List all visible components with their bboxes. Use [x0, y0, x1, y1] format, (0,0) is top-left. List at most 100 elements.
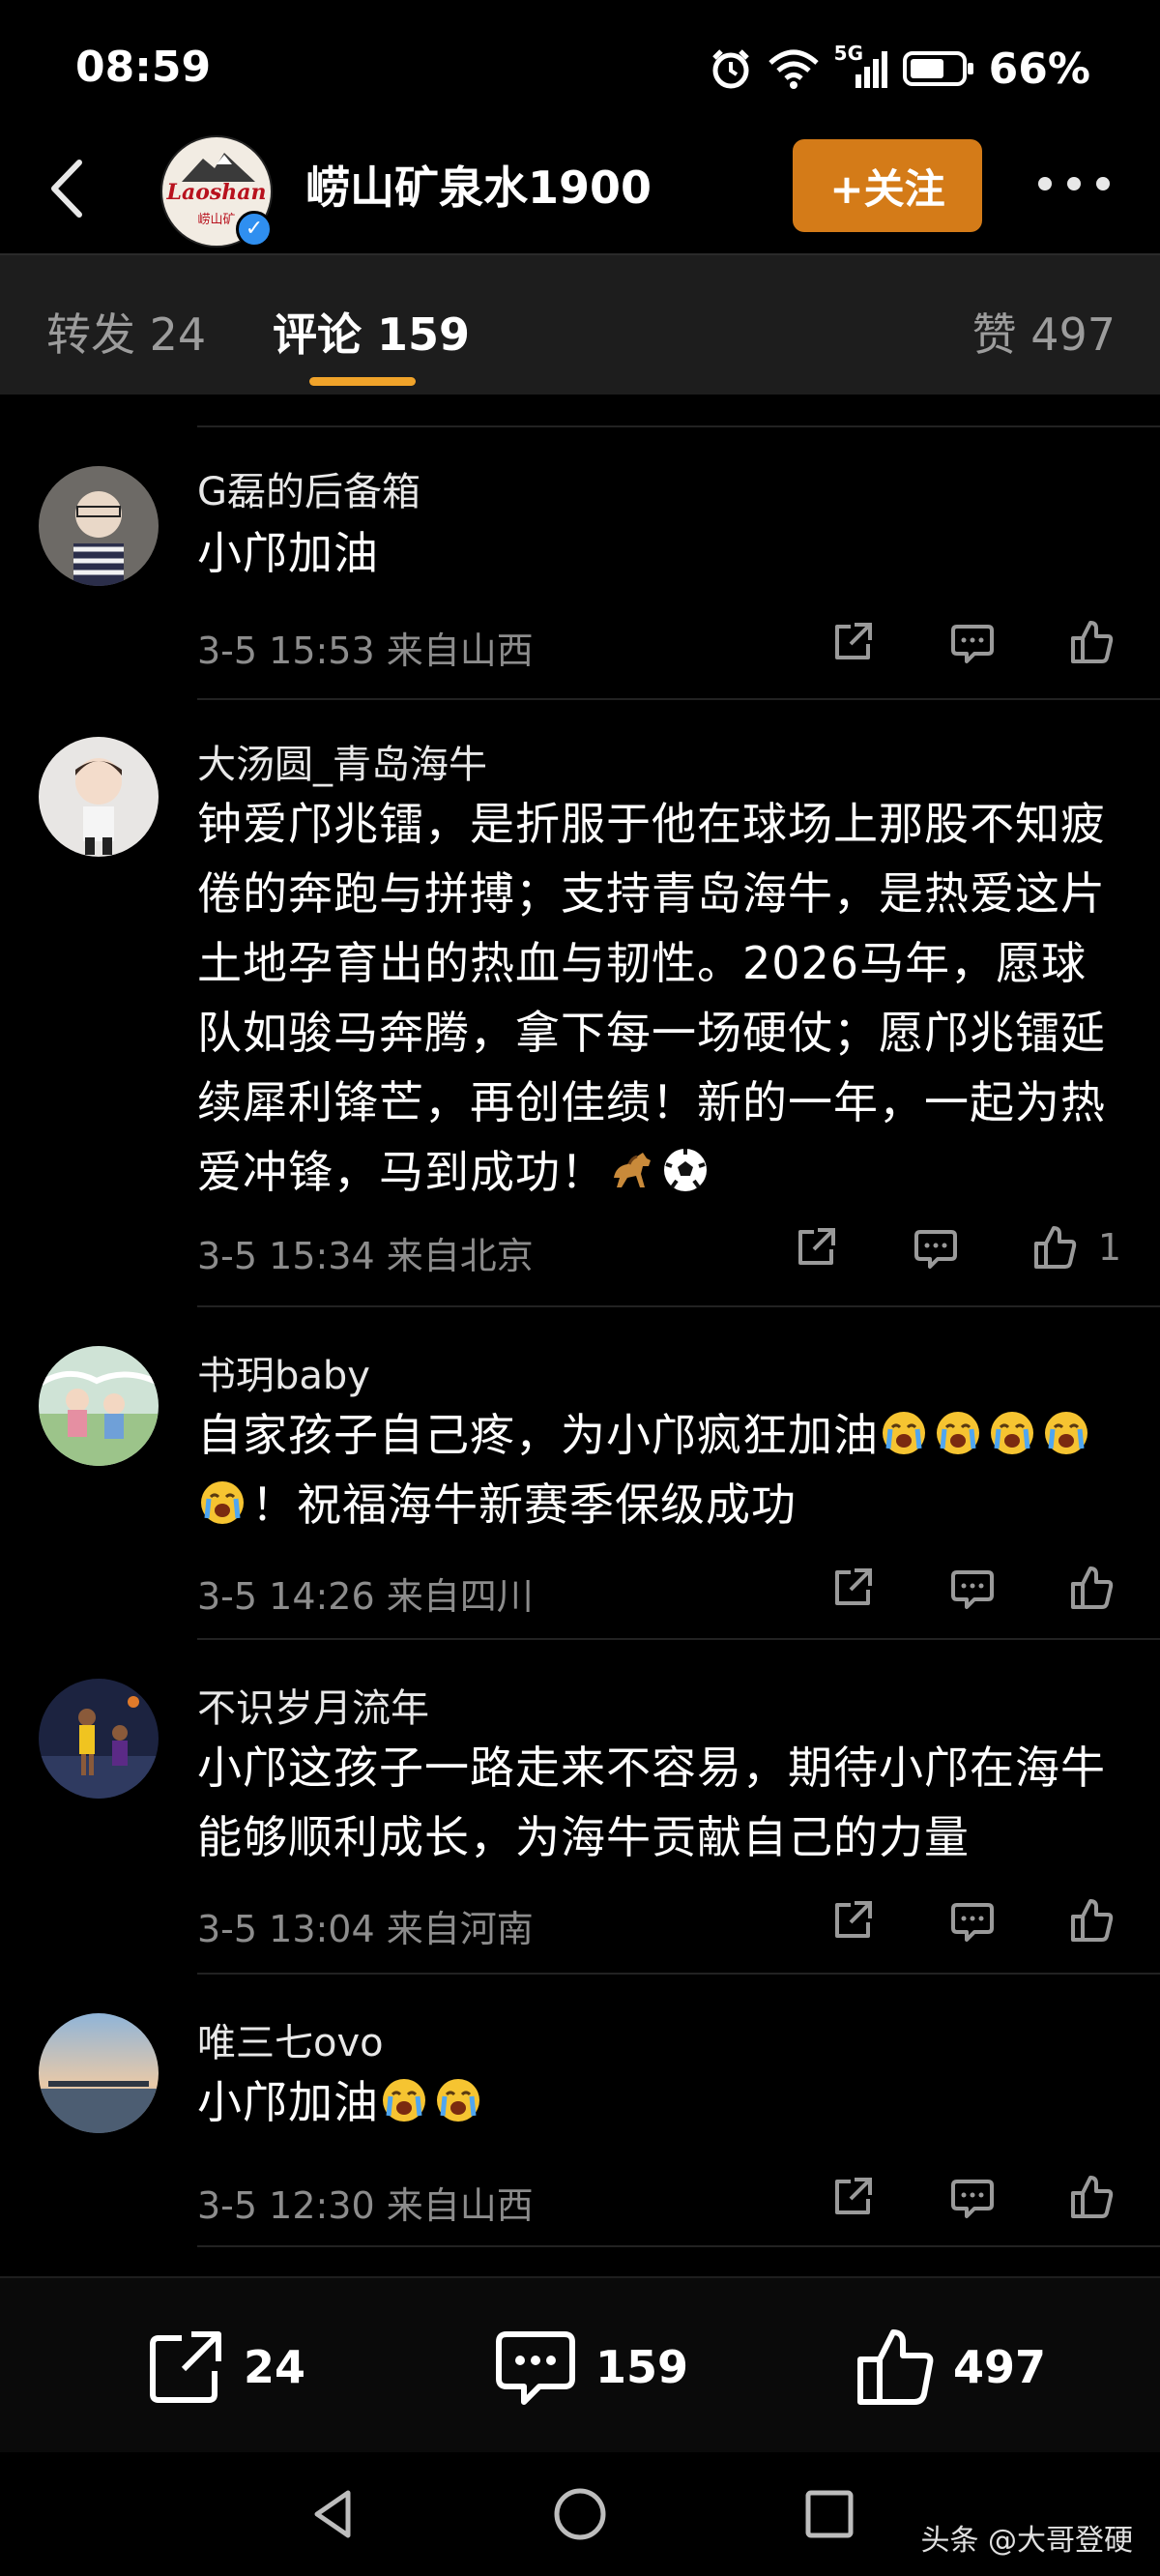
divider	[197, 2245, 1160, 2247]
comment-icon	[951, 625, 994, 663]
avatar[interactable]	[39, 1679, 159, 1799]
share-button[interactable]	[787, 1218, 845, 1276]
share-button[interactable]	[824, 2168, 882, 2226]
tab-active-indicator	[309, 377, 416, 386]
comment-actions	[762, 1891, 1121, 1949]
share-icon	[835, 1568, 872, 1605]
comment-text-part: 自家孩子自己疼，为小邝疯狂加油	[197, 1409, 879, 1461]
network-type: 5G	[833, 42, 864, 65]
comment-text-part: ！祝福海牛新赛季保级成功	[251, 1478, 797, 1531]
header-bar: Laoshan 崂山矿 ✓ 崂山矿泉水1900 +关注	[0, 126, 1160, 251]
comment-text: 小邝加油	[197, 527, 379, 579]
nav-recent-button[interactable]	[800, 2485, 858, 2547]
comment-text-body: 钟爱邝兆镭，是折服于他在球场上那股不知疲倦的奔跑与拼搏；支持青岛海牛，是热爱这片…	[197, 798, 1106, 1198]
divider	[197, 1638, 1160, 1640]
crying-emoji	[879, 1408, 929, 1458]
tab-comment[interactable]: 评论 159	[273, 300, 470, 364]
horse-emoji	[606, 1145, 656, 1195]
status-bar: 08:59 5G 66%	[0, 0, 1160, 135]
crying-emoji	[933, 1408, 983, 1458]
share-icon	[798, 1228, 835, 1265]
nav-home-icon	[554, 2488, 606, 2540]
battery-level: 66%	[988, 44, 1090, 94]
like-button[interactable]: 497	[855, 2327, 1046, 2408]
comment-meta: 3-5 15:34 来自北京	[197, 1235, 534, 1277]
status-icons: 5G 66%	[709, 42, 1090, 95]
like-button[interactable]	[1063, 2168, 1121, 2226]
divider	[197, 425, 1160, 427]
comment-meta: 3-5 14:26 来自四川	[197, 1575, 534, 1618]
status-time: 08:59	[75, 43, 212, 92]
bottom-action-bar: 24 159 497	[0, 2276, 1160, 2452]
comment-button[interactable]: 159	[493, 2327, 688, 2408]
share-icon	[835, 1901, 872, 1938]
avatar[interactable]	[39, 2013, 159, 2133]
reply-button[interactable]	[943, 1559, 1001, 1617]
crying-emoji	[379, 2075, 429, 2125]
comment-actions	[762, 613, 1121, 671]
divider	[197, 1305, 1160, 1307]
alarm-icon	[709, 46, 753, 91]
nav-back-button[interactable]	[305, 2485, 363, 2547]
divider	[197, 698, 1160, 700]
comment-text: 小邝这孩子一路走来不容易，期待小邝在海牛能够顺利成长，为海牛贡献自己的力量	[197, 1742, 1106, 1863]
comment-actions: 1	[725, 1218, 1121, 1276]
comment-meta: 3-5 12:30 来自山西	[197, 2184, 534, 2227]
avatar-logo-text: Laoshan	[166, 180, 267, 205]
account-name[interactable]: 崂山矿泉水1900	[305, 153, 652, 217]
reply-button[interactable]	[943, 2168, 1001, 2226]
like-count: 497	[953, 2341, 1047, 2393]
share-icon	[150, 2331, 221, 2403]
avatar[interactable]	[39, 466, 159, 586]
repost-button[interactable]: 24	[145, 2327, 305, 2408]
comment-text-body: 小邝加油	[197, 2076, 379, 2128]
comment-text: 自家孩子自己疼，为小邝疯狂加油 ！祝福海牛新赛季保级成功	[197, 1400, 1131, 1539]
like-icon	[1033, 1226, 1076, 1269]
nav-back-icon	[314, 2490, 351, 2538]
like-icon	[1071, 2176, 1114, 2218]
like-count: 1	[1097, 1226, 1121, 1269]
comment-actions	[762, 1559, 1121, 1617]
comment-username[interactable]: 大汤圆_青岛海牛	[197, 733, 487, 789]
share-button[interactable]	[824, 613, 882, 671]
divider	[197, 1973, 1160, 1975]
avatar[interactable]	[39, 1346, 159, 1466]
nav-home-button[interactable]	[551, 2485, 609, 2547]
share-icon	[835, 623, 872, 659]
avatar[interactable]	[39, 737, 159, 857]
back-button[interactable]	[37, 155, 104, 222]
signal-icon: 5G	[834, 42, 888, 90]
share-button[interactable]	[824, 1891, 882, 1949]
reply-button[interactable]	[943, 1891, 1001, 1949]
comment-username[interactable]: 不识岁月流年	[197, 1677, 429, 1733]
follow-button[interactable]: +关注	[793, 139, 982, 232]
more-icon[interactable]	[1038, 164, 1110, 203]
battery-icon	[902, 49, 975, 88]
comment-icon	[496, 2331, 575, 2405]
like-icon	[1071, 621, 1114, 663]
like-button[interactable]	[1063, 613, 1121, 671]
back-icon	[51, 160, 82, 218]
comment-meta: 3-5 15:53 来自山西	[197, 629, 534, 672]
tab-like[interactable]: 赞 497	[972, 300, 1116, 364]
tab-bar: 转发 24 评论 159 赞 497	[0, 253, 1160, 395]
comment-username[interactable]: 书玥baby	[197, 1344, 370, 1400]
crying-emoji	[1041, 1408, 1091, 1458]
repost-count: 24	[244, 2341, 306, 2393]
comment-icon	[914, 1230, 957, 1269]
soccer-emoji	[660, 1145, 710, 1195]
like-button[interactable]	[1027, 1218, 1085, 1276]
like-button[interactable]	[1063, 1559, 1121, 1617]
wifi-icon	[767, 47, 821, 90]
share-button[interactable]	[824, 1559, 882, 1617]
comment-username[interactable]: 唯三七ovo	[197, 2011, 384, 2067]
tab-repost[interactable]: 转发 24	[46, 300, 206, 364]
comment-icon	[951, 1570, 994, 1609]
reply-button[interactable]	[907, 1218, 965, 1276]
watermark: 头条 @大哥登硬	[920, 2524, 1133, 2558]
like-button[interactable]	[1063, 1891, 1121, 1949]
nav-recent-icon	[805, 2490, 854, 2538]
comment-icon	[951, 2180, 994, 2218]
reply-button[interactable]	[943, 613, 1001, 671]
comment-username[interactable]: G磊的后备箱	[197, 460, 420, 516]
